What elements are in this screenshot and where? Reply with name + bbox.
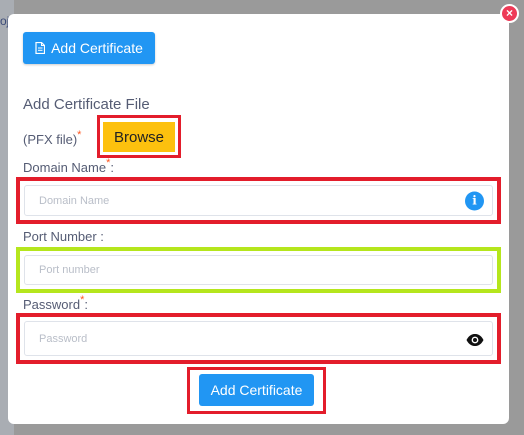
- domain-name-field-box: i: [24, 185, 493, 216]
- browse-highlight: Browse: [97, 115, 181, 158]
- top-button-label: Add Certificate: [51, 40, 143, 56]
- password-label-suffix: :: [84, 297, 88, 312]
- port-number-field-box: [24, 255, 493, 285]
- close-icon[interactable]: ×: [500, 4, 519, 23]
- password-label: Password*:: [23, 294, 88, 312]
- domain-name-label-text: Domain Name: [23, 160, 107, 175]
- eye-icon[interactable]: [466, 333, 484, 346]
- document-icon: [35, 42, 46, 54]
- port-number-input[interactable]: [37, 263, 405, 277]
- password-input[interactable]: [37, 331, 405, 346]
- port-number-label: Port Number :: [23, 229, 104, 244]
- required-mark: *: [106, 157, 111, 169]
- password-highlight: [16, 313, 501, 364]
- port-number-highlight: [16, 247, 501, 293]
- section-title: Add Certificate File: [23, 96, 150, 113]
- info-icon[interactable]: i: [465, 191, 484, 210]
- password-label-text: Password: [23, 297, 81, 312]
- domain-name-label-suffix: :: [110, 160, 114, 175]
- domain-name-input[interactable]: [37, 193, 405, 208]
- required-mark: *: [80, 294, 85, 306]
- password-field-box: [24, 321, 493, 356]
- add-certificate-top-button[interactable]: Add Certificate: [23, 32, 155, 64]
- pfx-file-label: (PFX file)*: [23, 129, 82, 147]
- required-mark: *: [77, 129, 82, 141]
- add-certificate-submit-button[interactable]: Add Certificate: [199, 374, 314, 406]
- pfx-file-label-text: (PFX file): [23, 132, 78, 147]
- submit-highlight: Add Certificate: [187, 367, 326, 414]
- browse-button[interactable]: Browse: [103, 122, 175, 152]
- domain-name-label: Domain Name*:: [23, 157, 114, 175]
- domain-name-highlight: i: [16, 177, 501, 224]
- add-certificate-modal: Add Certificate Add Certificate File (PF…: [8, 14, 509, 424]
